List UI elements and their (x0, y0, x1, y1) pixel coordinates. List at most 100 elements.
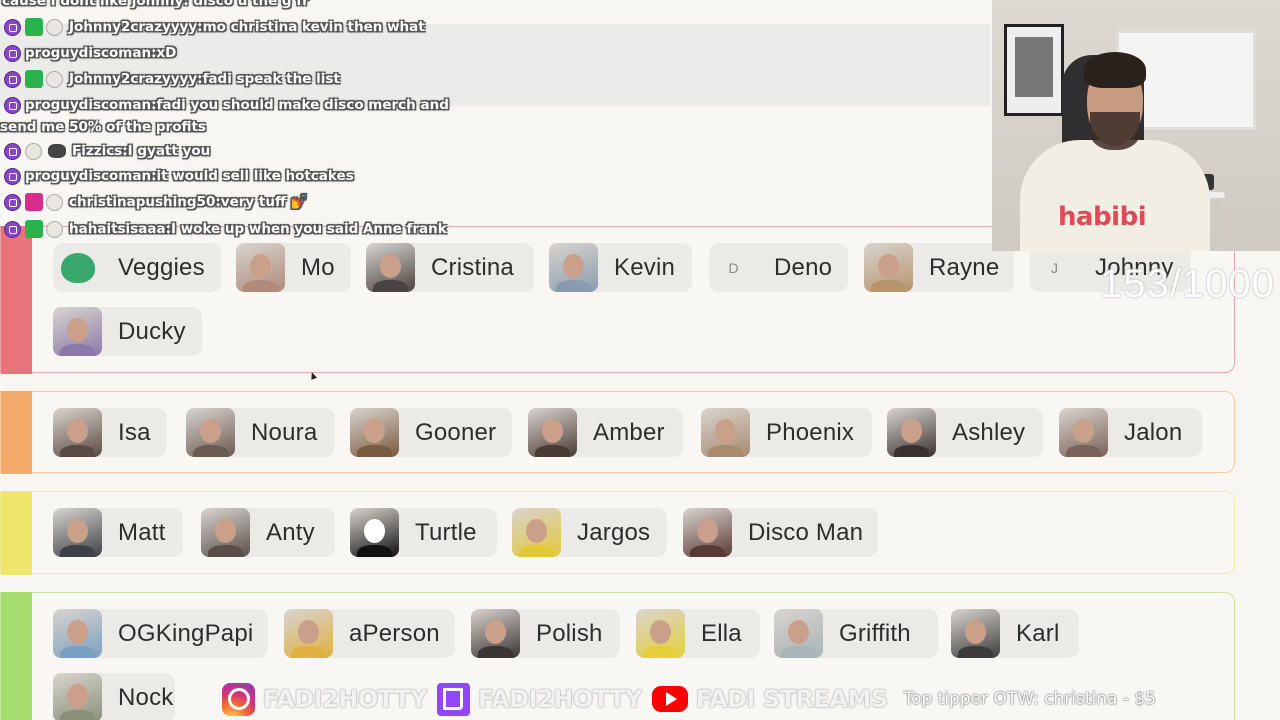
tier-item-karl[interactable]: Karl (951, 609, 1079, 658)
avatar-body (60, 709, 95, 720)
chat-message: christinapushing50: very tuff 💅 (4, 191, 307, 213)
avatar (350, 508, 399, 557)
tier-item-aperson[interactable]: aPerson (284, 609, 455, 658)
avatar-body (1066, 444, 1101, 457)
tier-item-label: OGKingPapi (118, 619, 254, 647)
tier-item-polish[interactable]: Polish (471, 609, 620, 658)
avatar-body (60, 444, 95, 457)
tier-item-disco-man[interactable]: Disco Man (683, 508, 878, 557)
avatar (366, 243, 415, 292)
avatar-face (66, 418, 89, 444)
tier-item-label: Isa (118, 418, 151, 446)
avatar-body (690, 544, 725, 557)
avatar (951, 609, 1000, 658)
tier-item-ashley[interactable]: Ashley (887, 408, 1043, 457)
tier-item-label: Disco Man (748, 518, 864, 546)
chat-text: fadi speak the list (202, 71, 340, 87)
avatar (53, 673, 102, 720)
avatar (636, 609, 685, 658)
tier-item-gooner[interactable]: Gooner (350, 408, 512, 457)
chat-username: Johnny2crazyyyy (69, 19, 198, 35)
avatar-face (562, 253, 585, 279)
youtube-social[interactable]: FADI STREAMS (651, 685, 888, 713)
avatar-face (199, 418, 222, 444)
avatar-face (214, 518, 237, 544)
tier-item-matt[interactable]: Matt (53, 508, 183, 557)
tier-item-label: Cristina (431, 253, 514, 281)
chat-message: proguydiscoman: fadi you should make dis… (4, 94, 449, 116)
tier-item-amber[interactable]: Amber (528, 408, 683, 457)
tier-item-isa[interactable]: Isa (53, 408, 167, 457)
avatar (864, 243, 913, 292)
instagram-social[interactable]: FADI2HOTTY (222, 682, 427, 716)
stream-chat-overlay: cause I dont like johnny: disco u the g … (0, 0, 990, 238)
tier-item-label: Mo (301, 253, 335, 281)
subscriber-badge-icon (25, 70, 43, 88)
tier-row-3: Matt Anty Turtle Jargos Disco Man (0, 490, 1235, 575)
tier-item-kevin[interactable]: Kevin (549, 243, 692, 292)
avatar-face (714, 418, 737, 444)
chat-top-line: cause I dont like johnny: disco u the g … (2, 0, 309, 9)
chat-text: I woke up when you said Anne frank (170, 221, 447, 237)
tier-color-bar (1, 390, 32, 474)
tier-item-label: Nock (118, 683, 174, 711)
chat-username: proguydiscoman (25, 45, 152, 61)
avatar-face (363, 418, 386, 444)
avatar (284, 609, 333, 658)
egg-badge-icon (46, 70, 63, 88)
tier-item-label: Anty (266, 518, 315, 546)
tier-item-nock[interactable]: Nock (53, 673, 175, 720)
avatar: D (728, 259, 739, 276)
avatar (201, 508, 250, 557)
tier-item-ducky[interactable]: Ducky (53, 307, 202, 356)
tier-item-cristina[interactable]: Cristina (366, 243, 534, 292)
tier-item-deno[interactable]: D Deno (709, 243, 848, 292)
avatar-body (60, 544, 95, 557)
tier-item-veggies[interactable]: Veggies (53, 243, 221, 292)
wall-poster (1004, 24, 1064, 116)
tier-item-mo[interactable]: Mo (236, 243, 351, 292)
heart-badge-icon (25, 193, 43, 211)
tier-item-ella[interactable]: Ella (636, 609, 760, 658)
subscriber-badge-icon (25, 220, 43, 238)
subscriber-badge-icon (25, 18, 43, 36)
avatar-face (1072, 418, 1095, 444)
egg-badge-icon (25, 142, 42, 160)
egg-badge-icon (46, 220, 63, 238)
tier-item-anty[interactable]: Anty (201, 508, 335, 557)
tier-item-phoenix[interactable]: Phoenix (701, 408, 872, 457)
tier-item-noura[interactable]: Noura (186, 408, 335, 457)
avatar-body (535, 444, 570, 457)
avatar-body (373, 279, 408, 292)
avatar-body (708, 444, 743, 457)
avatar-face (900, 418, 923, 444)
tier-item-jargos[interactable]: Jargos (512, 508, 667, 557)
tier-item-label: Rayne (929, 253, 1000, 281)
avatar-face (525, 518, 548, 544)
tier-item-jalon[interactable]: Jalon (1059, 408, 1202, 457)
avatar-face (66, 683, 89, 709)
avatar-body (519, 544, 554, 557)
tier-color-bar (1, 225, 32, 374)
chat-text: send me 50% of the profits (0, 119, 206, 135)
goal-counter: 153/1000 (1100, 262, 1275, 306)
youtube-handle: FADI STREAMS (695, 685, 888, 713)
chat-username: Johnny2crazyyyy (69, 71, 198, 87)
chat-username: christinapushing50 (69, 194, 216, 210)
tier-item-griffith[interactable]: Griffith (774, 609, 938, 658)
chat-message: hahaitsisaaa: I woke up when you said An… (4, 218, 447, 240)
tier-item-label: Ashley (952, 418, 1026, 446)
twitch-social[interactable]: FADI2HOTTY (436, 682, 642, 716)
tier-item-turtle[interactable]: Turtle (350, 508, 497, 557)
chat-text: fadi you should make disco merch and (156, 97, 449, 113)
avatar-body (243, 279, 278, 292)
instagram-icon (222, 682, 255, 716)
frog-shape (61, 253, 95, 283)
instagram-handle: FADI2HOTTY (263, 685, 427, 713)
tier-item-ogkingpapi[interactable]: OGKingPapi (53, 609, 268, 658)
chat-text: very tuff 💅 (220, 194, 308, 210)
avatar (186, 408, 235, 457)
tier-item-label: Kevin (614, 253, 676, 281)
chat-message: Johnny2crazyyyy: fadi speak the list (4, 68, 340, 90)
shirt-text: habibi (1058, 202, 1147, 232)
